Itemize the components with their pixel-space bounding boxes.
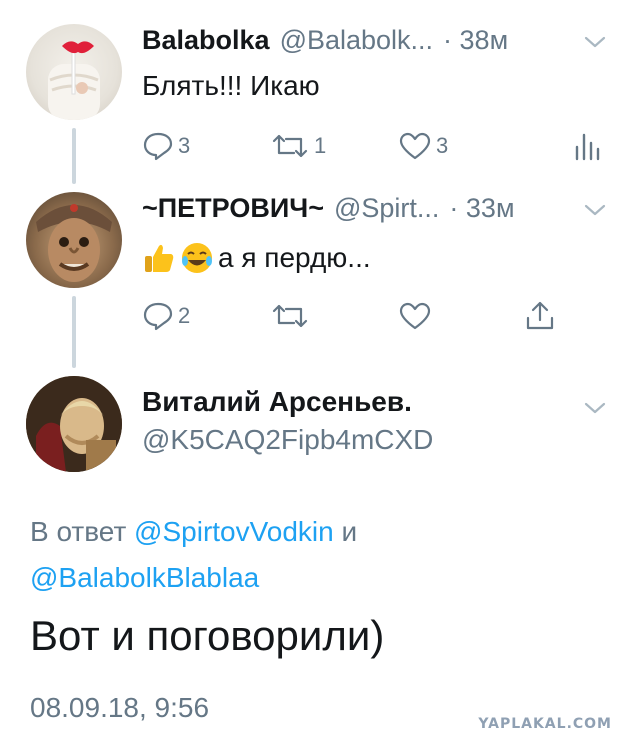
thumbs-up-emoji (145, 244, 174, 272)
heart-icon (399, 132, 431, 160)
avatar-balabolka[interactable] (26, 24, 122, 120)
like-button[interactable] (398, 298, 432, 334)
chevron-down-icon[interactable] (582, 398, 608, 418)
retweet-icon (272, 304, 308, 328)
reply-prefix: В ответ (30, 516, 127, 547)
reply-count: 2 (178, 303, 191, 328)
share-icon (526, 301, 554, 330)
user-name[interactable]: Виталий Арсеньев. (142, 386, 412, 418)
heart-icon (399, 302, 431, 330)
tweet-timestamp[interactable]: 08.09.18, 9:56 (30, 692, 209, 724)
tears-of-joy-emoji (182, 243, 212, 273)
reply-icon (143, 132, 173, 161)
like-button[interactable]: 3 (398, 128, 448, 164)
watermark: YAPLAKAL.COM (478, 716, 612, 732)
tweet-text: а я пердю... (142, 238, 371, 278)
chevron-down-icon[interactable] (582, 200, 608, 220)
tweet-header: ~ПЕТРОВИЧ~ @Spirt... · 33м (142, 188, 515, 228)
avatar-petrovich[interactable] (26, 192, 122, 288)
reply-count: 3 (178, 133, 191, 158)
analytics-button[interactable] (572, 128, 602, 164)
tweet-text: Блять!!! Икаю (142, 70, 320, 101)
reply-to-line: В ответ @SpirtovVodkin и (30, 516, 357, 548)
tweet-actions: 2 (142, 298, 612, 334)
retweet-icon (272, 134, 308, 158)
retweet-button[interactable]: 1 (270, 128, 326, 164)
retweet-count: 1 (314, 133, 327, 158)
tweet-actions: 3 1 3 (142, 128, 612, 164)
user-name[interactable]: Balabolka (142, 25, 270, 56)
tweet-time[interactable]: · 33м (449, 193, 514, 224)
main-tweet-text: Вот и поговорили) (30, 612, 385, 659)
chevron-down-icon[interactable] (582, 32, 608, 52)
reply-button[interactable]: 3 (142, 128, 190, 164)
like-count: 3 (436, 133, 449, 158)
user-name[interactable]: ~ПЕТРОВИЧ~ (142, 193, 324, 224)
mention-link[interactable]: @SpirtovVodkin (134, 516, 334, 547)
analytics-icon (575, 133, 600, 161)
share-button[interactable] (524, 298, 556, 334)
avatar-vitaliy[interactable] (26, 376, 122, 472)
reply-to-line-2: @BalabolkBlablaa (30, 562, 259, 594)
reply-and: и (341, 516, 358, 547)
user-handle[interactable]: @K5CAQ2Fipb4mCXD (142, 424, 433, 456)
retweet-button[interactable] (270, 298, 310, 334)
tweet-time[interactable]: · 38м (443, 25, 508, 56)
mention-link[interactable]: @BalabolkBlablaa (30, 562, 259, 593)
thread-line (72, 128, 76, 184)
reply-button[interactable]: 2 (142, 298, 190, 334)
reply-icon (143, 302, 173, 331)
thread-line (72, 296, 76, 368)
tweet-header: Balabolka @Balabolk... · 38м (142, 20, 508, 60)
tweet-text-content: а я пердю... (218, 242, 371, 273)
user-handle[interactable]: @Balabolk... (280, 25, 433, 56)
user-handle[interactable]: @Spirt... (334, 193, 439, 224)
